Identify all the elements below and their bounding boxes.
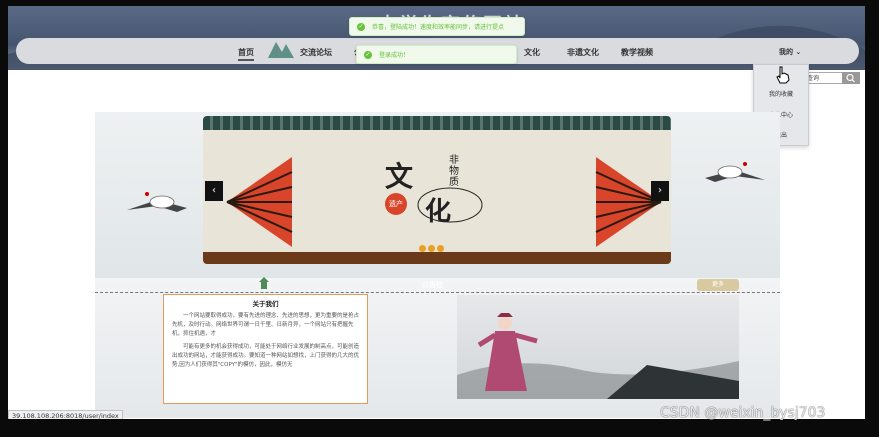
screen-frame-left xyxy=(0,0,8,437)
toast-login-success: ✓ 恭喜，登陆成功！速度和效率能同步，请进行提点 xyxy=(349,17,525,36)
about-us-card: 关于我们 一个网站要取得成功，要有先进的理念、先进的思想，更为重要的是抢占先机，… xyxy=(163,294,368,404)
chevron-right-icon: › xyxy=(658,185,662,196)
check-icon: ✓ xyxy=(357,23,365,31)
nav-heritage[interactable]: 非遗文化 xyxy=(567,47,599,58)
ink-circle-illustration xyxy=(417,187,483,223)
menu-item-favorites[interactable]: 我的收藏 xyxy=(754,89,808,98)
toast-text: 登录成功！ xyxy=(379,52,410,59)
carousel-next-button[interactable]: › xyxy=(651,181,669,201)
carousel-prev-button[interactable]: ‹ xyxy=(205,181,223,201)
search-button[interactable] xyxy=(842,72,860,84)
mountain-ornament-icon xyxy=(268,42,294,58)
opera-performer-image xyxy=(457,295,739,399)
carousel-indicators xyxy=(419,245,446,255)
about-paragraph: 可能有更多的机会获得成功，可能处于网络行业发展的制高点，可能创造出成功的网站，才… xyxy=(172,344,360,368)
fan-right-illustration xyxy=(595,157,662,247)
csdn-watermark: CSDN @weixin_bysj703 xyxy=(660,405,826,421)
banner-seal: 遗产 xyxy=(385,193,407,215)
fan-left-illustration xyxy=(226,157,293,247)
section-divider xyxy=(95,292,780,293)
banner-title-vertical: 非物质 xyxy=(449,155,459,188)
user-menu-toggle[interactable]: 我的 ⌄ xyxy=(779,47,801,57)
search-icon xyxy=(846,73,855,83)
more-button[interactable]: 更多 xyxy=(697,279,739,291)
carousel-dot[interactable] xyxy=(419,245,426,252)
check-icon: ✓ xyxy=(364,51,372,59)
nav-culture[interactable]: 文化 xyxy=(524,47,540,58)
nav-forum[interactable]: 交流论坛 xyxy=(300,47,332,58)
crane-left-illustration xyxy=(127,192,187,212)
carousel-dot[interactable] xyxy=(437,245,444,252)
pagoda-icon xyxy=(259,277,269,289)
screen-frame-bottom xyxy=(0,419,879,437)
nav-videos[interactable]: 教学视频 xyxy=(621,47,653,58)
roof-tile-border xyxy=(203,116,671,130)
about-paragraph: 一个网站要取得成功，要有先进的理念、先进的思想，更为重要的是抢占先机，及时行动。… xyxy=(172,313,360,337)
toast-text: 恭喜，登陆成功！速度和效率能同步，请进行提点 xyxy=(372,24,505,31)
banner-title-char-1: 文 xyxy=(385,160,414,193)
chevron-left-icon: ‹ xyxy=(212,185,216,196)
crane-right-illustration xyxy=(705,162,765,182)
notice-section-title: 公告栏 xyxy=(422,281,443,289)
nav-home[interactable]: 首页 xyxy=(238,47,254,61)
toast-login-done: ✓ 登录成功！ xyxy=(356,45,517,64)
screen-frame-right xyxy=(865,0,879,437)
carousel-dot[interactable] xyxy=(428,245,435,252)
opera-performer-illustration xyxy=(457,313,739,399)
hand-cursor-icon xyxy=(776,66,790,84)
about-heading: 关于我们 xyxy=(252,300,279,308)
